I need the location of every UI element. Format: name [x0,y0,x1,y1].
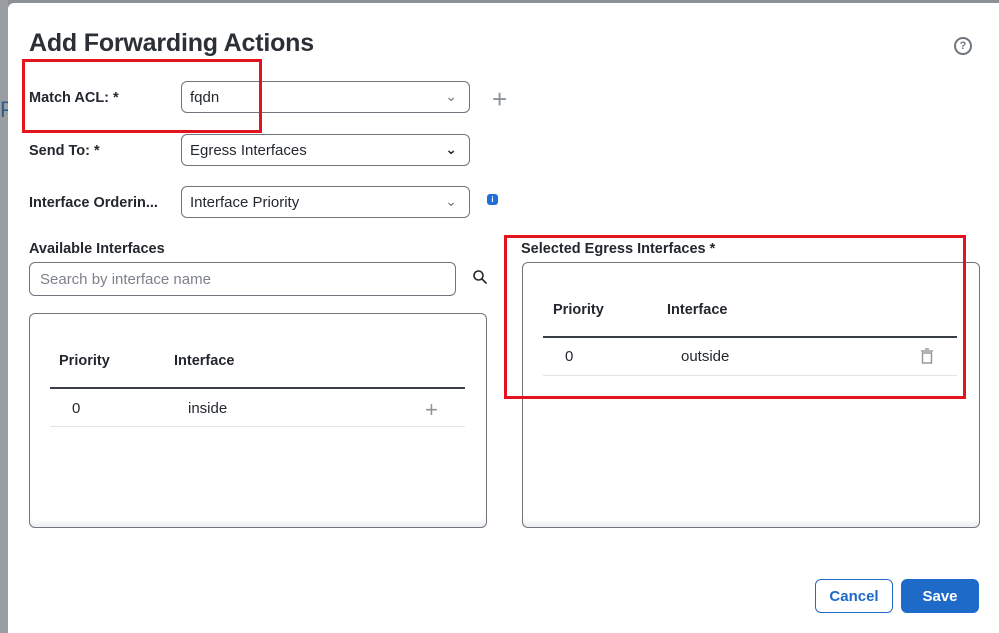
available-interfaces-table: Priority Interface 0 inside + [29,313,487,528]
available-interfaces-title: Available Interfaces [29,241,165,257]
interface-search-input[interactable] [29,262,456,296]
add-acl-plus-icon[interactable]: + [492,86,507,112]
match-acl-select[interactable]: fqdn ⌄ [181,81,470,113]
send-to-label: Send To: * [29,143,100,159]
interface-ordering-label: Interface Orderin... [29,195,158,211]
info-icon[interactable]: i [487,194,498,205]
chevron-down-icon: ⌄ [445,88,457,104]
column-header-interface: Interface [174,353,235,369]
selected-interfaces-title: Selected Egress Interfaces * [521,241,716,257]
column-header-priority: Priority [553,302,604,318]
interface-ordering-select[interactable]: Interface Priority ⌄ [181,186,470,218]
save-button[interactable]: Save [901,579,979,613]
table-header-divider [50,387,465,389]
search-icon[interactable] [472,269,488,285]
row-priority: 0 [72,400,81,417]
add-interface-plus-icon[interactable]: + [425,399,438,421]
chevron-down-icon: ⌄ [445,193,457,209]
background-page-left [0,0,8,633]
row-divider [50,426,465,427]
column-header-interface: Interface [667,302,728,318]
row-divider [543,375,957,376]
question-circle-icon[interactable]: ? [954,37,972,55]
row-interface: outside [681,348,730,365]
chevron-down-icon: ⌄ [445,141,457,157]
selected-interfaces-table: Priority Interface 0 outside [522,262,980,528]
send-to-select[interactable]: Egress Interfaces ⌄ [181,134,470,166]
column-header-priority: Priority [59,353,110,369]
dialog-title: Add Forwarding Actions [29,29,314,57]
row-priority: 0 [565,348,574,365]
table-header-divider [543,336,957,338]
row-interface: inside [188,400,228,417]
send-to-value: Egress Interfaces [190,142,307,159]
interface-ordering-value: Interface Priority [190,194,300,211]
trash-icon[interactable] [920,348,934,364]
add-forwarding-actions-dialog: Add Forwarding Actions ? Match ACL: * fq… [8,3,999,633]
cancel-button[interactable]: Cancel [815,579,893,613]
match-acl-label: Match ACL: * [29,90,119,106]
match-acl-value: fqdn [190,89,220,106]
